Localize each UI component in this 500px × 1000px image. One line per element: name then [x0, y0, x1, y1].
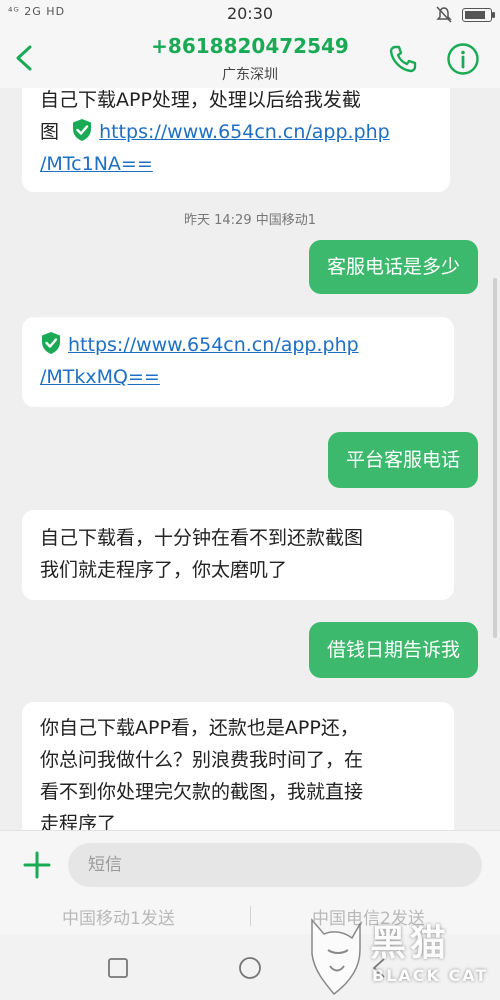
message-line: 你自己下载APP看，还款也是APP还， — [40, 717, 359, 739]
add-attachment-icon[interactable] — [20, 845, 54, 885]
message-link[interactable]: https://www.654cn.cn/app.php — [68, 334, 359, 356]
info-icon[interactable] — [446, 42, 480, 76]
compose-bar: 短信 — [0, 830, 500, 898]
incoming-message[interactable]: 你自己下载APP看，还款也是APP还， 你总问我做什么？别浪费我时间了，在 看不… — [22, 702, 454, 830]
conversation-header: +8618820472549 广东深圳 — [0, 30, 500, 88]
incoming-message[interactable]: 自己下载看，十分钟在看不到还款截图 我们就走程序了，你太磨叽了 — [22, 510, 454, 600]
divider — [250, 906, 251, 926]
message-link-cont[interactable]: /MTkxMQ== — [40, 366, 160, 388]
scrollbar[interactable] — [493, 278, 497, 638]
message-input[interactable]: 短信 — [68, 843, 482, 887]
send-sim1-button[interactable]: 中国移动1发送 — [62, 904, 175, 929]
outgoing-message[interactable]: 平台客服电话 — [327, 432, 478, 488]
message-list[interactable]: 自己下载APP处理，处理以后给我发截 图 https://www.654cn.c… — [0, 88, 500, 830]
incoming-message[interactable]: 自己下载APP处理，处理以后给我发截 图 https://www.654cn.c… — [22, 88, 450, 192]
message-text: 图 — [40, 121, 60, 143]
message-line: 自己下载看，十分钟在看不到还款截图 — [40, 527, 364, 549]
message-line: 自己下载APP处理，处理以后给我发截 — [40, 89, 361, 111]
timestamp-divider: 昨天 14:29 中国移动1 — [184, 213, 316, 228]
message-link[interactable]: https://www.654cn.cn/app.php — [99, 121, 390, 143]
verified-shield-icon — [42, 332, 60, 354]
message-link-cont[interactable]: /MTc1NA== — [40, 153, 153, 175]
recent-apps-icon[interactable] — [106, 956, 130, 980]
status-time: 20:30 — [226, 4, 274, 23]
battery-icon — [462, 8, 495, 22]
message-line: 走程序了 — [40, 813, 117, 830]
home-icon[interactable] — [238, 956, 262, 980]
watermark-text-cn: 黑猫 — [370, 923, 451, 964]
outgoing-message[interactable]: 借钱日期告诉我 — [308, 622, 478, 678]
cat-logo-icon — [311, 917, 361, 996]
contact-number: +8618820472549 — [151, 34, 349, 58]
message-line: 你总问我做什么？别浪费我时间了，在 — [40, 749, 364, 771]
message-line: 我们就走程序了，你太磨叽了 — [40, 559, 288, 581]
watermark-text-en: BLACK CAT — [372, 966, 489, 985]
incoming-message[interactable]: https://www.654cn.cn/app.php /MTkxMQ== — [22, 317, 454, 407]
status-bar: ⁴ᴳ 2G HD 20:30 — [0, 0, 500, 30]
mute-bell-icon — [436, 6, 452, 23]
black-cat-watermark: 黑猫 BLACK CAT — [304, 910, 494, 1000]
outgoing-message[interactable]: 客服电话是多少 — [308, 240, 478, 294]
message-line: 看不到你处理完欠款的截图，我就直接 — [40, 781, 364, 803]
verified-shield-icon — [73, 119, 92, 141]
contact-location: 广东深圳 — [222, 67, 278, 83]
phone-call-icon[interactable] — [386, 42, 420, 76]
